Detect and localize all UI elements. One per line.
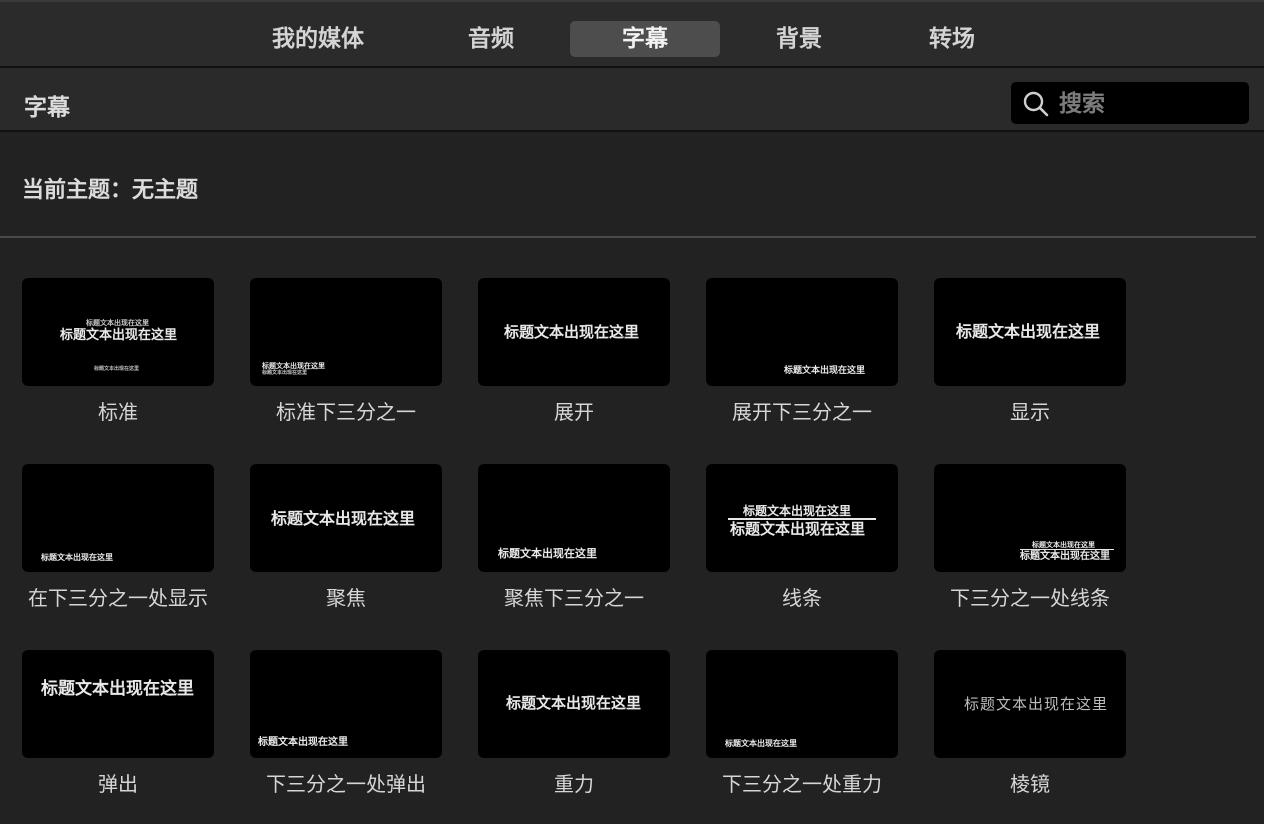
title-label: 展开	[554, 400, 594, 424]
title-thumbnail: 标题文本出现在这里 标题文本出现在这里	[934, 464, 1126, 572]
preview-text: 标题文本出现在这里	[86, 319, 149, 327]
divider	[0, 236, 1256, 238]
title-thumbnail: 标题文本出现在这里	[706, 278, 898, 386]
preview-text: 标题文本出现在这里	[730, 520, 866, 538]
current-theme-label: 当前主题：无主题	[22, 178, 199, 203]
title-thumbnail: 标题文本出现在这里 标题文本出现在这里 标题文本出现在这里	[22, 278, 214, 386]
title-label: 重力	[554, 772, 594, 796]
preview-text: 标题文本出现在这里	[725, 739, 797, 748]
title-thumbnail: 标题文本出现在这里	[706, 650, 898, 758]
title-label: 标准	[98, 400, 138, 424]
title-thumbnail: 标题文本出现在这里	[478, 278, 670, 386]
title-tile-focus-lower-third[interactable]: 标题文本出现在这里 聚焦下三分之一	[478, 464, 670, 614]
title-tile-gravity[interactable]: 标题文本出现在这里 重力	[478, 650, 670, 800]
title-tile-reveal[interactable]: 标题文本出现在这里 显示	[934, 278, 1126, 428]
title-tile-standard[interactable]: 标题文本出现在这里 标题文本出现在这里 标题文本出现在这里 标准	[22, 278, 214, 428]
section-header: 字幕	[0, 68, 1264, 132]
preview-text: 标题文本出现在这里	[41, 553, 113, 562]
preview-text: 标题文本出现在这里	[743, 504, 852, 518]
title-tile-line[interactable]: 标题文本出现在这里 标题文本出现在这里 线条	[706, 464, 898, 614]
title-thumbnail: 标题文本出现在这里	[934, 650, 1126, 758]
search-box[interactable]	[1011, 82, 1249, 124]
preview-text: 标题文本出现在这里	[784, 366, 866, 376]
title-tile-pop-up-lower-third[interactable]: 标题文本出现在这里 下三分之一处弹出	[250, 650, 442, 800]
media-tab-bar: 我的媒体 音频 字幕 背景 转场	[0, 0, 1264, 68]
title-label: 标准下三分之一	[276, 400, 416, 424]
title-label: 棱镜	[1010, 772, 1050, 796]
title-thumbnail: 标题文本出现在这里	[250, 464, 442, 572]
title-tile-standard-lower-third[interactable]: 标题文本出现在这里 标题文本出现在这里 标准下三分之一	[250, 278, 442, 428]
section-title: 字幕	[24, 95, 70, 121]
preview-text: 标题文本出现在这里	[498, 547, 597, 560]
preview-text: 标题文本出现在这里	[94, 366, 140, 372]
title-tile-prism[interactable]: 标题文本出现在这里 棱镜	[934, 650, 1126, 800]
title-thumbnail: 标题文本出现在这里	[22, 464, 214, 572]
title-label: 展开下三分之一	[732, 400, 872, 424]
title-thumbnail: 标题文本出现在这里	[250, 650, 442, 758]
title-tile-pop-up[interactable]: 标题文本出现在这里 弹出	[22, 650, 214, 800]
title-thumbnail: 标题文本出现在这里	[478, 464, 670, 572]
preview-text: 标题文本出现在这里	[1032, 541, 1095, 549]
preview-text: 标题文本出现在这里	[262, 362, 325, 370]
search-input[interactable]	[1057, 86, 1241, 122]
titles-browser: 我的媒体 音频 字幕 背景 转场 字幕 当前主题：无主题 标题文本出现在这里 标…	[0, 0, 1264, 824]
preview-text: 标题文本出现在这里	[258, 737, 348, 748]
title-thumbnail: 标题文本出现在这里	[934, 278, 1126, 386]
title-tile-gravity-lower-third[interactable]: 标题文本出现在这里 下三分之一处重力	[706, 650, 898, 800]
title-thumbnail: 标题文本出现在这里 标题文本出现在这里	[250, 278, 442, 386]
tab-audio[interactable]: 音频	[416, 21, 566, 57]
preview-text: 标题文本出现在这里	[262, 370, 308, 376]
title-tile-reveal-lower-third[interactable]: 标题文本出现在这里 在下三分之一处显示	[22, 464, 214, 614]
preview-text: 标题文本出现在这里	[956, 322, 1101, 341]
title-tile-focus[interactable]: 标题文本出现在这里 聚焦	[250, 464, 442, 614]
title-label: 显示	[1010, 400, 1050, 424]
title-label: 聚焦	[326, 586, 366, 610]
title-label: 聚焦下三分之一	[504, 586, 644, 610]
title-tile-line-lower-third[interactable]: 标题文本出现在这里 标题文本出现在这里 下三分之一处线条	[934, 464, 1126, 614]
title-thumbnail: 标题文本出现在这里	[478, 650, 670, 758]
title-thumbnail: 标题文本出现在这里 标题文本出现在这里	[706, 464, 898, 572]
preview-text: 标题文本出现在这里	[60, 328, 178, 343]
title-tile-expand-lower-third[interactable]: 标题文本出现在这里 展开下三分之一	[706, 278, 898, 428]
tab-titles[interactable]: 字幕	[570, 21, 720, 57]
search-icon	[1023, 91, 1049, 117]
preview-text: 标题文本出现在这里	[504, 323, 640, 341]
title-label: 在下三分之一处显示	[28, 586, 208, 610]
preview-text: 标题文本出现在这里	[271, 509, 416, 528]
title-label: 线条	[782, 586, 822, 610]
title-label: 弹出	[98, 772, 138, 796]
line-rule	[1020, 549, 1114, 550]
preview-text: 标题文本出现在这里	[1020, 551, 1110, 562]
tab-transitions[interactable]: 转场	[877, 21, 1027, 57]
preview-text: 标题文本出现在这里	[964, 695, 1109, 713]
preview-text: 标题文本出现在这里	[41, 679, 194, 699]
title-label: 下三分之一处弹出	[266, 772, 426, 796]
title-tile-expand[interactable]: 标题文本出现在这里 展开	[478, 278, 670, 428]
tab-backgrounds[interactable]: 背景	[724, 21, 874, 57]
title-label: 下三分之一处线条	[950, 586, 1110, 610]
title-label: 下三分之一处重力	[722, 772, 882, 796]
tab-my-media[interactable]: 我的媒体	[243, 21, 393, 57]
preview-text: 标题文本出现在这里	[506, 694, 642, 712]
title-thumbnail: 标题文本出现在这里	[22, 650, 214, 758]
